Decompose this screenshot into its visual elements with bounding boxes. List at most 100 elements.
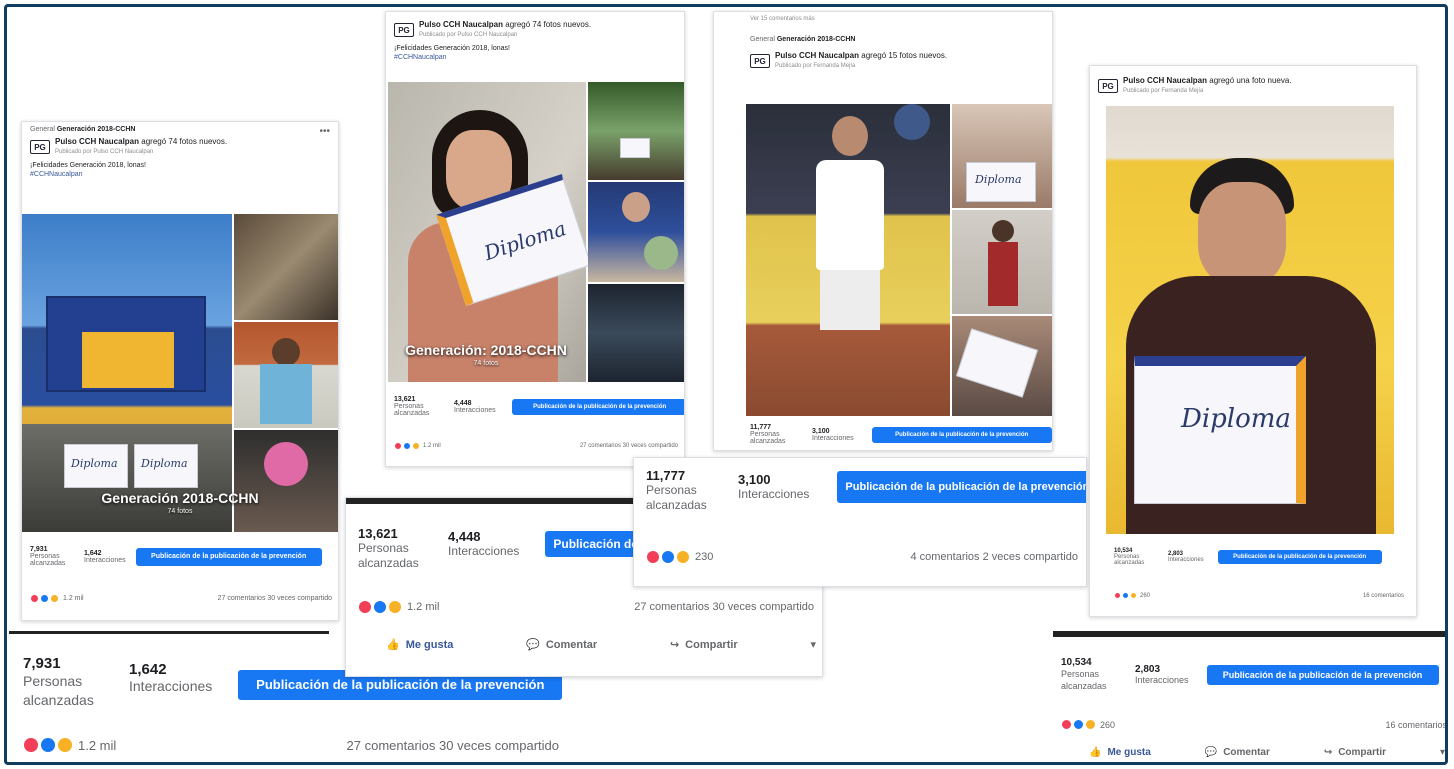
author-action: agregó 74 fotos nuevos. <box>505 20 592 29</box>
like-reaction-icon <box>1122 592 1129 599</box>
reaction-count[interactable]: 260 <box>1100 720 1115 730</box>
reaction-count[interactable]: 230 <box>695 551 713 563</box>
comment-count[interactable]: 27 comentarios <box>580 443 621 449</box>
comment-count[interactable]: 16 comentarios <box>1385 720 1445 730</box>
share-count[interactable]: 30 veces compartido <box>267 595 332 602</box>
reactions-row: 260 16 comentarios <box>1061 719 1445 730</box>
share-button[interactable]: ↪ Compartir <box>1324 747 1386 758</box>
audience-selector[interactable]: ▾ <box>810 638 816 651</box>
promote-button[interactable]: Publicación de la publicación de la prev… <box>837 470 1086 503</box>
promote-button[interactable]: Publicación de la publicación de la prev… <box>1217 550 1382 564</box>
author-name[interactable]: Pulso CCH Naucalpan <box>55 137 139 146</box>
insights-row: 7,931 Personas alcanzadas 1,642 Interaccio… <box>30 546 330 567</box>
love-reaction-icon <box>394 442 402 450</box>
promote-button[interactable]: Publicación de la publicación de la prev… <box>545 530 646 557</box>
haha-reaction-icon <box>1085 719 1096 730</box>
comment-button[interactable]: 💬 Comentar <box>526 638 597 652</box>
author-name[interactable]: Pulso CCH Naucalpan <box>775 51 859 60</box>
action-bar: 👍 Me gusta 💬 Comentar ↪ Compartir ▾ <box>386 638 816 652</box>
reach-count: 13,621 <box>358 526 398 541</box>
like-button[interactable]: 👍 Me gusta <box>386 638 453 652</box>
share-count[interactable]: 30 veces compartido <box>439 738 559 753</box>
share-icon: ↪ <box>1323 747 1333 758</box>
comment-count[interactable]: 16 comentarios <box>1363 593 1404 599</box>
interactions-count: 4,448 <box>454 399 472 407</box>
reach-count: 13,621 <box>394 396 416 403</box>
reaction-count[interactable]: 260 <box>1140 593 1150 599</box>
hashtag-link[interactable]: #CCHNaucalpan <box>394 53 676 62</box>
author-row: PG Pulso CCH Naucalpan agregó 74 fotos n… <box>386 12 684 44</box>
action-bar: 👍 Me gusta 💬 Comentar ↪ Compartir ▾ <box>1089 747 1445 758</box>
photo-thumb[interactable] <box>588 82 684 180</box>
insights-row: 13,621 Personas alcanzadas 4,448 Interacci… <box>394 396 684 417</box>
page-logo-icon: PG <box>1098 79 1118 93</box>
photo-thumb[interactable] <box>588 182 684 282</box>
group-line: General Generación 2018-CCHN <box>30 126 136 133</box>
audience-selector[interactable]: ▾ <box>1440 747 1445 758</box>
published-by: Publicado por Fernanda Mejía <box>1123 88 1204 94</box>
photo-thumb[interactable] <box>234 430 338 532</box>
share-count[interactable]: 2 veces compartido <box>983 551 1078 563</box>
reaction-count[interactable]: 1.2 mil <box>407 601 439 613</box>
promote-button[interactable]: Publicación de la publicación de la prev… <box>871 426 1052 443</box>
love-reaction-icon <box>358 600 372 614</box>
post-card-1: General Generación 2018-CCHN ••• PG Puls… <box>21 121 339 621</box>
reactions-row: 260 16 comentarios <box>1114 592 1404 599</box>
view-more-comments[interactable]: Ver 15 comentarios más <box>714 12 1052 26</box>
author-name[interactable]: Pulso CCH Naucalpan <box>1123 76 1207 85</box>
promote-button[interactable]: Publicación de la publicación de la prev… <box>511 398 684 415</box>
comment-icon: 💬 <box>526 639 540 651</box>
photo-thumb[interactable] <box>952 210 1052 314</box>
love-reaction-icon <box>1114 592 1121 599</box>
post-card-3: Ver 15 comentarios más General Generació… <box>713 11 1053 451</box>
diploma-image: Diploma <box>134 444 198 488</box>
comment-count[interactable]: 27 comentarios <box>218 595 266 602</box>
photo-thumb[interactable]: Diploma <box>952 104 1052 208</box>
reach-count: 11,777 <box>646 468 686 483</box>
photo-main[interactable] <box>746 104 950 416</box>
interactions-count: 3,100 <box>738 472 771 487</box>
hashtag-link[interactable]: #CCHNaucalpan <box>30 170 330 179</box>
promote-button[interactable]: Publicación de la publicación de la prev… <box>1206 664 1439 685</box>
divider <box>9 631 329 634</box>
reaction-count[interactable]: 1.2 mil <box>63 595 84 602</box>
promote-button[interactable]: Publicación de la publicación de la prev… <box>135 547 322 566</box>
reaction-count[interactable]: 1.2 mil <box>78 738 116 753</box>
photo-thumb[interactable] <box>952 316 1052 416</box>
author-name[interactable]: Pulso CCH Naucalpan <box>419 20 503 29</box>
interactions-label: Interacciones <box>1168 557 1204 563</box>
author-row: PG Pulso CCH Naucalpan agregó 74 fotos n… <box>22 133 338 161</box>
author-row: PG Pulso CCH Naucalpan agregó una foto n… <box>1090 66 1416 100</box>
comment-count[interactable]: 27 comentarios <box>347 738 436 753</box>
photo-thumb[interactable] <box>588 284 684 382</box>
reactions-row: 1.2 mil 27 comentarios 30 veces comparti… <box>394 442 678 450</box>
like-reaction-icon <box>373 600 387 614</box>
comment-count[interactable]: 27 comentarios <box>634 601 709 613</box>
like-reaction-icon <box>403 442 411 450</box>
reach-label: Personas alcanzadas <box>358 541 419 570</box>
share-button[interactable]: ↪ Compartir <box>670 638 738 652</box>
comment-button[interactable]: 💬 Comentar <box>1205 747 1270 758</box>
album-title[interactable]: Generación: 2018-CCHN <box>386 342 586 358</box>
reach-label: Personas alcanzadas <box>1114 554 1145 566</box>
love-reaction-icon <box>1061 719 1072 730</box>
share-count[interactable]: 30 veces compartido <box>623 443 678 449</box>
like-button[interactable]: 👍 Me gusta <box>1089 747 1151 758</box>
comment-count[interactable]: 4 comentarios <box>910 551 979 563</box>
reaction-count[interactable]: 1.2 mil <box>423 443 441 449</box>
reactions-row: 1.2 mil 27 comentarios 30 veces comparti… <box>358 600 814 614</box>
more-options-icon[interactable]: ••• <box>319 126 330 137</box>
author-action: agregó 15 fotos nuevos. <box>861 51 948 60</box>
love-reaction-icon <box>23 737 39 753</box>
insights-row: 10,534 Personas alcanzadas 2,803 Interacci… <box>1061 657 1439 692</box>
author-action: agregó 74 fotos nuevos. <box>141 137 228 146</box>
thumbs-up-icon: 👍 <box>386 639 400 651</box>
photo-thumb[interactable] <box>234 322 338 428</box>
haha-reaction-icon <box>676 550 690 564</box>
album-count: 74 fotos <box>473 360 499 367</box>
share-count[interactable]: 30 veces compartido <box>713 601 815 613</box>
album-title[interactable]: Generación 2018-CCHN <box>22 490 338 506</box>
love-reaction-icon <box>30 594 39 603</box>
photo-thumb[interactable] <box>234 214 338 320</box>
comment-icon: 💬 <box>1204 747 1218 758</box>
